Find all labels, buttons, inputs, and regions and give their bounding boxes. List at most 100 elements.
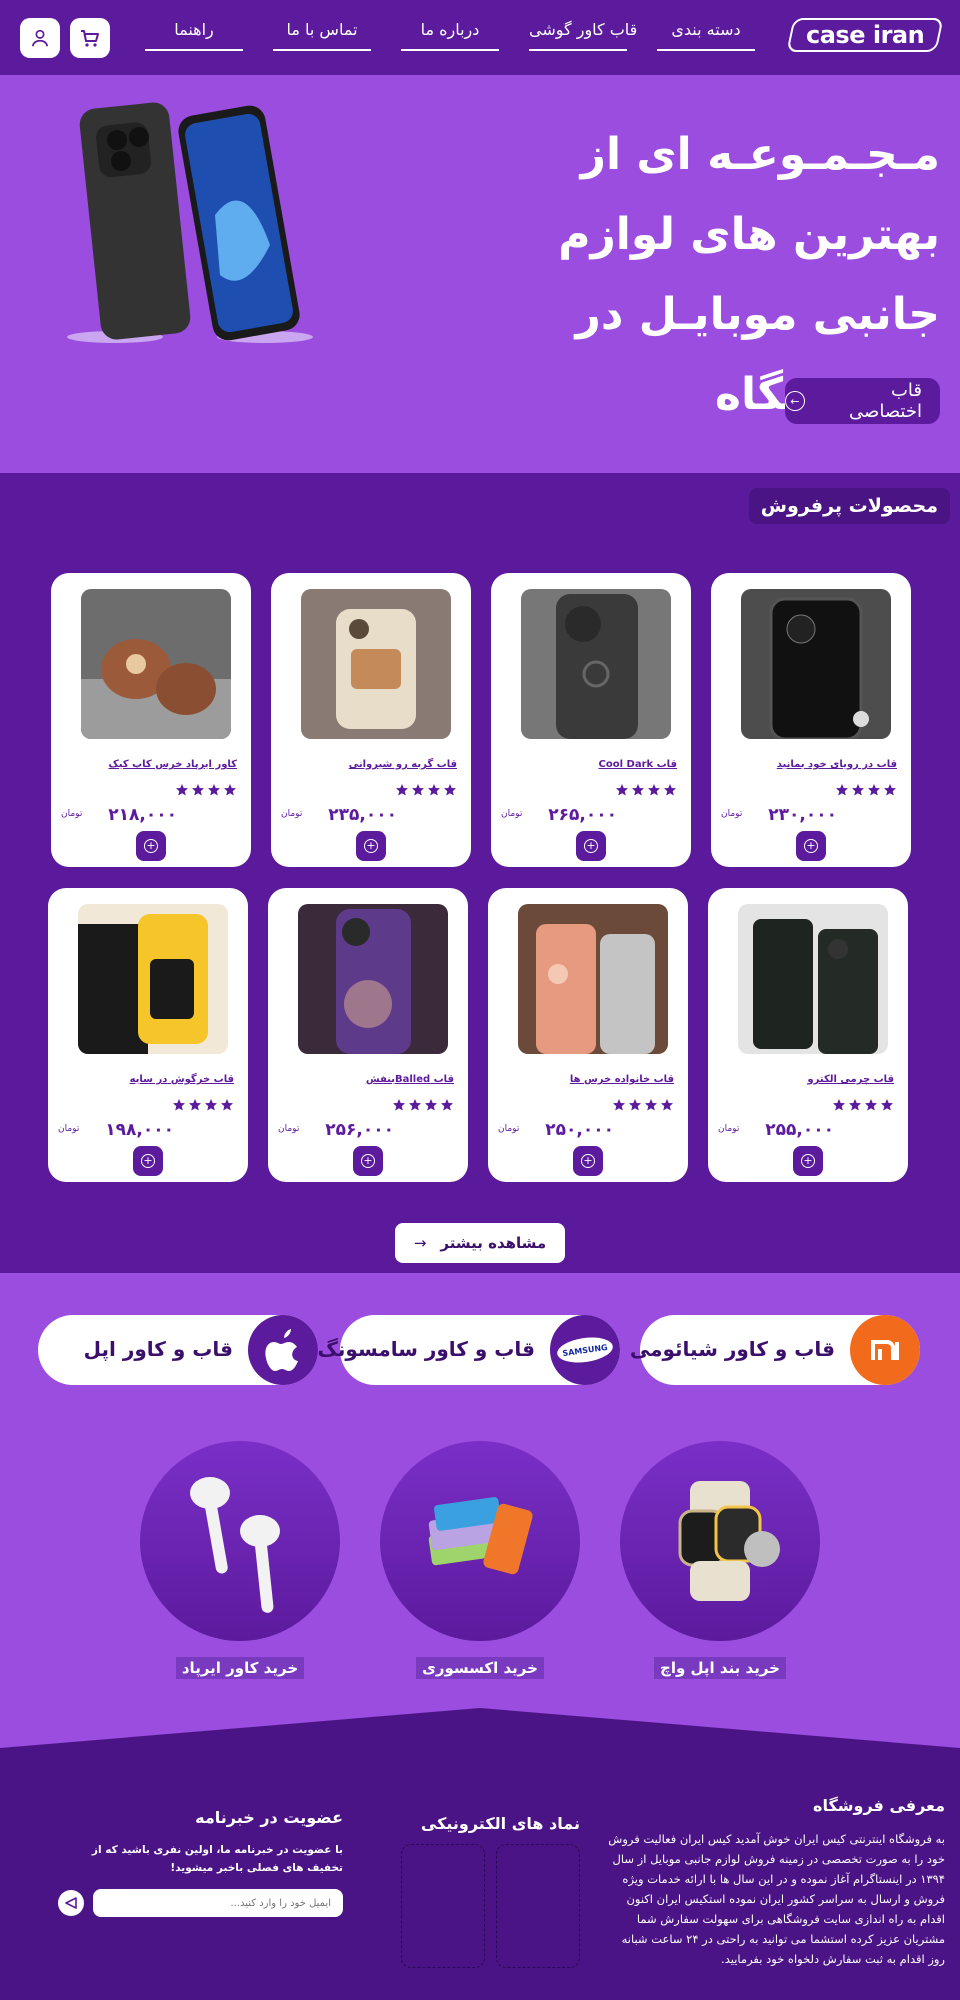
product-currency: تومان (281, 809, 303, 819)
add-to-cart-button[interactable]: + (793, 1146, 823, 1176)
product-price: ۱۹۸,۰۰۰ (105, 1120, 174, 1140)
add-to-cart-button[interactable]: + (136, 831, 166, 861)
add-to-cart-button[interactable]: + (796, 831, 826, 861)
star-icon (849, 1099, 861, 1111)
user-button[interactable] (20, 18, 60, 58)
see-more-label: مشاهده بیشتر (440, 1234, 547, 1252)
star-icon (664, 784, 676, 796)
star-icon (176, 784, 188, 796)
brand-xiaomi-label: قاب و کاور شیائومی (629, 1337, 835, 1361)
star-icon (441, 1099, 453, 1111)
star-icon (393, 1099, 405, 1111)
product-currency: تومان (721, 809, 743, 819)
star-icon (205, 1099, 217, 1111)
hero-phone-image (67, 102, 313, 343)
product-name[interactable]: قاب Balledبنفش (366, 1074, 454, 1085)
custom-case-label: قاب اختصاصی (849, 380, 922, 422)
star-icon (884, 784, 896, 796)
category-accessory[interactable]: خرید اکسسوری (380, 1441, 580, 1679)
add-to-cart-button[interactable]: + (356, 831, 386, 861)
product-card[interactable]: قاب Cool Dark ۲۶۵,۰۰۰ تومان + (491, 573, 691, 867)
product-image[interactable] (738, 904, 888, 1054)
nav-item-about[interactable]: درباره ما (401, 20, 499, 51)
brands-section: قاب و کاور شیائومی SAMSUNG قاب و کاور سا… (0, 1273, 960, 1750)
logo[interactable]: case iran (786, 18, 944, 52)
plus-icon: + (144, 839, 158, 853)
footer-enamad-title: نماد های الکترونیکی (420, 1814, 580, 1833)
star-icon (425, 1099, 437, 1111)
product-name[interactable]: قاب خانواده خرس ها (570, 1074, 674, 1085)
star-icon (881, 1099, 893, 1111)
user-icon (31, 29, 49, 47)
product-currency: تومان (718, 1124, 740, 1134)
footer-about-text: به فروشگاه اینترنتی کیس ایران خوش آمدید … (608, 1832, 945, 1966)
product-rating (392, 1098, 454, 1112)
category-accessory-label: خرید اکسسوری (416, 1657, 544, 1679)
star-icon (444, 784, 456, 796)
logo-text: case iran (805, 21, 925, 49)
nav-item-contact[interactable]: تماس با ما (273, 20, 371, 51)
airpods-image (140, 1441, 340, 1641)
star-icon (868, 784, 880, 796)
product-name[interactable]: قاب Cool Dark (599, 759, 677, 770)
category-apple-watch[interactable]: خرید بند اپل واچ (620, 1441, 820, 1679)
product-image[interactable] (301, 589, 451, 739)
product-name[interactable]: قاب چرمی الکترو (807, 1074, 894, 1085)
product-name[interactable]: کاور ایرپاد خرس کاپ کیک (109, 759, 238, 770)
newsletter-submit-button[interactable] (58, 1890, 84, 1916)
nav-item-guide[interactable]: راهنما (145, 20, 243, 51)
star-icon (224, 784, 236, 796)
product-currency: تومان (278, 1124, 300, 1134)
footer-newsletter: عضویت در خبرنامه با عضویت در خبرنامه ما،… (58, 1808, 343, 1877)
nav-item-phone-cases[interactable]: قاب کاور گوشی (529, 20, 637, 51)
enamad-badge[interactable] (496, 1844, 580, 1968)
newsletter-email-input[interactable] (93, 1889, 343, 1917)
category-airpods[interactable]: خرید کاور ایرپاد (140, 1441, 340, 1679)
add-to-cart-button[interactable]: + (573, 1146, 603, 1176)
product-image[interactable] (298, 904, 448, 1054)
cart-button[interactable] (70, 18, 110, 58)
product-card[interactable]: قاب گربه رو شیروانی ۲۳۵,۰۰۰ تومان + (271, 573, 471, 867)
product-image[interactable] (518, 904, 668, 1054)
product-name[interactable]: قاب در رویای خود بمانید (777, 759, 897, 770)
product-price: ۲۱۸,۰۰۰ (108, 805, 177, 825)
product-card[interactable]: قاب Balledبنفش ۲۵۶,۰۰۰ تومان + (268, 888, 468, 1182)
brand-samsung[interactable]: SAMSUNG قاب و کاور سامسونگ (317, 1315, 620, 1385)
product-image[interactable] (521, 589, 671, 739)
product-image[interactable] (78, 904, 228, 1054)
product-card[interactable]: قاب در رویای خود بمانید ۲۳۰,۰۰۰ تومان + (711, 573, 911, 867)
product-rating (395, 783, 457, 797)
product-rating (175, 783, 237, 797)
star-icon (629, 1099, 641, 1111)
see-more-button[interactable]: مشاهده بیشتر → (395, 1223, 565, 1263)
star-icon (836, 784, 848, 796)
nav-item-categories[interactable]: دسته بندی (657, 20, 755, 51)
product-image[interactable] (741, 589, 891, 739)
footer-newsletter-title: عضویت در خبرنامه (195, 1808, 343, 1827)
product-card[interactable]: کاور ایرپاد خرس کاپ کیک ۲۱۸,۰۰۰ تومان + (51, 573, 251, 867)
product-name[interactable]: قاب خرگوش در سایه (130, 1074, 234, 1085)
plus-icon: + (584, 839, 598, 853)
product-rating (835, 783, 897, 797)
product-currency: تومان (501, 809, 523, 819)
footer-newsletter-text: با عضویت در خبرنامه ما، اولین نفری باشید… (91, 1844, 343, 1874)
product-card[interactable]: قاب خرگوش در سایه ۱۹۸,۰۰۰ تومان + (48, 888, 248, 1182)
add-to-cart-button[interactable]: + (576, 831, 606, 861)
samandehi-badge[interactable] (401, 1844, 485, 1968)
custom-case-button[interactable]: قاب اختصاصی ← (785, 378, 940, 424)
brand-xiaomi[interactable]: قاب و کاور شیائومی (630, 1315, 920, 1385)
add-to-cart-button[interactable]: + (353, 1146, 383, 1176)
plus-icon: + (801, 1154, 815, 1168)
product-name[interactable]: قاب گربه رو شیروانی (349, 759, 457, 770)
add-to-cart-button[interactable]: + (133, 1146, 163, 1176)
product-image[interactable] (81, 589, 231, 739)
product-card[interactable]: قاب خانواده خرس ها ۲۵۰,۰۰۰ تومان + (488, 888, 688, 1182)
brand-apple[interactable]: قاب و کاور اپل (38, 1315, 318, 1385)
product-price: ۲۳۵,۰۰۰ (328, 805, 397, 825)
star-icon (396, 784, 408, 796)
main-nav: دسته بندی قاب کاور گوشی درباره ما تماس ب… (145, 20, 755, 51)
footer-enamad: نماد های الکترونیکی (400, 1814, 580, 1968)
product-card[interactable]: قاب چرمی الکترو ۲۵۵,۰۰۰ تومان + (708, 888, 908, 1182)
samsung-logo-text: SAMSUNG (561, 1342, 609, 1358)
star-icon (648, 784, 660, 796)
